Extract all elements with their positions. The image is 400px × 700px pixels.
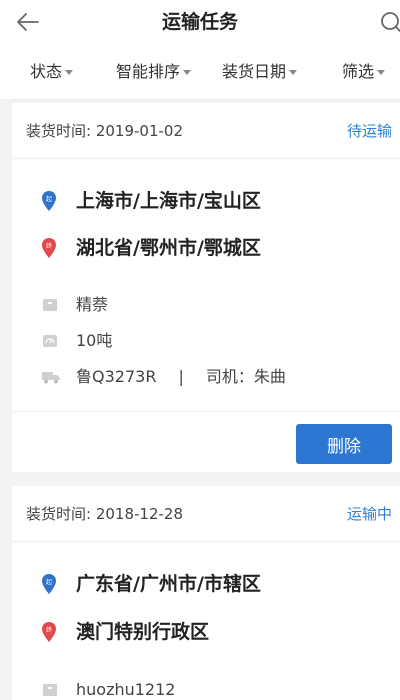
caret-down-icon <box>183 70 192 75</box>
task-card[interactable]: 装货时间: 2018-12-28 运输中 起 广东省/广州市/市辖区 终 澳门特… <box>12 486 400 700</box>
box-icon <box>43 299 57 311</box>
origin-pin-icon: 起 <box>42 574 56 594</box>
origin-pin-label: 起 <box>46 578 52 586</box>
caret-down-icon <box>65 70 74 75</box>
delete-button[interactable]: 删除 <box>296 424 392 464</box>
card-header: 装货时间: 2018-12-28 运输中 <box>12 486 400 542</box>
destination-pin-label: 终 <box>46 626 52 634</box>
load-time: 装货时间: 2018-12-28 <box>26 505 183 523</box>
filter-more[interactable]: 筛选 <box>342 44 386 100</box>
destination-address: 澳门特别行政区 <box>76 621 210 643</box>
caret-down-icon <box>377 70 386 75</box>
destination-row: 终 澳门特别行政区 <box>12 612 400 652</box>
destination-pin-icon: 终 <box>42 238 56 258</box>
driver-name: 司机：朱曲 <box>205 367 286 386</box>
card-footer: 删除 <box>12 411 400 472</box>
vehicle-info: 鲁Q3273R | 司机：朱曲 <box>76 361 286 393</box>
destination-address: 湖北省/鄂州市/鄂城区 <box>76 237 261 259</box>
cargo-weight: 10吨 <box>76 331 113 350</box>
page-title: 运输任务 <box>161 11 238 33</box>
filter-smart-sort[interactable]: 智能排序 <box>116 44 192 100</box>
separator: | <box>178 367 184 386</box>
cargo-row: 精萘 <box>12 289 400 321</box>
origin-address: 上海市/上海市/宝山区 <box>76 190 261 212</box>
destination-row: 终 湖北省/鄂州市/鄂城区 <box>12 228 400 268</box>
scale-icon <box>43 335 57 347</box>
weight-row: 10吨 <box>12 325 400 357</box>
task-card[interactable]: 装货时间: 2019-01-02 待运输 起 上海市/上海市/宝山区 终 湖北省… <box>12 103 400 472</box>
filter-bar: 状态 智能排序 装货日期 筛选 <box>0 44 400 100</box>
status-badge: 待运输 <box>346 122 392 140</box>
cargo-name: 精萘 <box>76 295 109 314</box>
search-icon <box>381 12 400 33</box>
destination-pin-label: 终 <box>46 242 52 250</box>
origin-address: 广东省/广州市/市辖区 <box>76 573 261 595</box>
card-header: 装货时间: 2019-01-02 待运输 <box>12 103 400 159</box>
header: 运输任务 <box>0 0 400 44</box>
filter-label: 状态 <box>30 62 63 81</box>
filter-label: 筛选 <box>342 62 375 81</box>
status-badge: 运输中 <box>346 505 392 523</box>
origin-row: 起 广东省/广州市/市辖区 <box>12 564 400 604</box>
origin-pin-label: 起 <box>46 195 52 203</box>
plate-number: 鲁Q3273R <box>76 367 157 386</box>
cargo-row: huozhu1212 <box>12 674 400 700</box>
box-icon <box>43 684 57 696</box>
origin-row: 起 上海市/上海市/宝山区 <box>12 181 400 221</box>
search-button[interactable] <box>374 6 400 38</box>
filter-label: 智能排序 <box>116 62 181 81</box>
caret-down-icon <box>289 70 298 75</box>
load-time: 装货时间: 2019-01-02 <box>26 122 183 140</box>
destination-pin-icon: 终 <box>42 622 56 642</box>
filter-load-date[interactable]: 装货日期 <box>222 44 298 100</box>
cargo-name: huozhu1212 <box>76 680 176 699</box>
filter-status[interactable]: 状态 <box>30 44 74 100</box>
truck-icon <box>42 372 60 384</box>
origin-pin-icon: 起 <box>42 191 56 211</box>
filter-label: 装货日期 <box>222 62 287 81</box>
vehicle-row: 鲁Q3273R | 司机：朱曲 <box>12 361 400 393</box>
